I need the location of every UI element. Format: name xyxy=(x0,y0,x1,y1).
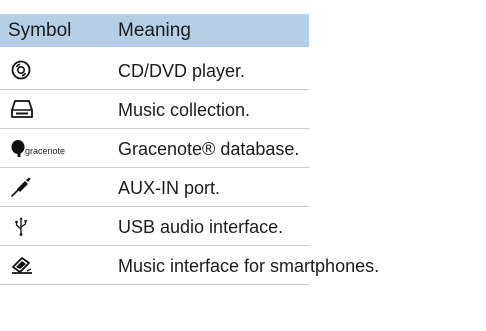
symbol-meaning-table: Symbol Meaning CD/DVD player. Music coll… xyxy=(0,0,486,331)
meaning-text: CD/DVD player. xyxy=(118,61,246,81)
table-row: USB audio interface. xyxy=(0,207,309,246)
header-meaning: Meaning xyxy=(118,20,191,41)
meaning-text: Music collection. xyxy=(118,100,251,120)
meaning-text: Music interface for smartphones. xyxy=(118,256,380,276)
table-header-row: Symbol Meaning xyxy=(0,14,309,47)
usb-symbol-icon xyxy=(10,215,100,237)
table-row: Music interface for smartphones. xyxy=(0,246,379,285)
meaning-text: Gracenote® database. xyxy=(118,139,300,159)
meaning-text: USB audio interface. xyxy=(118,217,284,237)
svg-text:gracenote: gracenote xyxy=(25,146,65,156)
music-collection-hdd-icon xyxy=(10,98,100,120)
table-row: AUX-IN port. xyxy=(0,168,309,207)
smartphone-music-icon xyxy=(10,254,100,276)
table-row: CD/DVD player. xyxy=(0,51,309,90)
header-symbol: Symbol xyxy=(8,20,72,41)
table-row: gracenote Gracenote® database. xyxy=(0,129,309,168)
gracenote-logo-icon: gracenote xyxy=(10,137,100,159)
table-row: Music collection. xyxy=(0,90,309,129)
cd-dvd-disc-icon xyxy=(10,59,100,81)
aux-in-plug-icon xyxy=(10,176,100,198)
meaning-text: AUX-IN port. xyxy=(118,178,221,198)
